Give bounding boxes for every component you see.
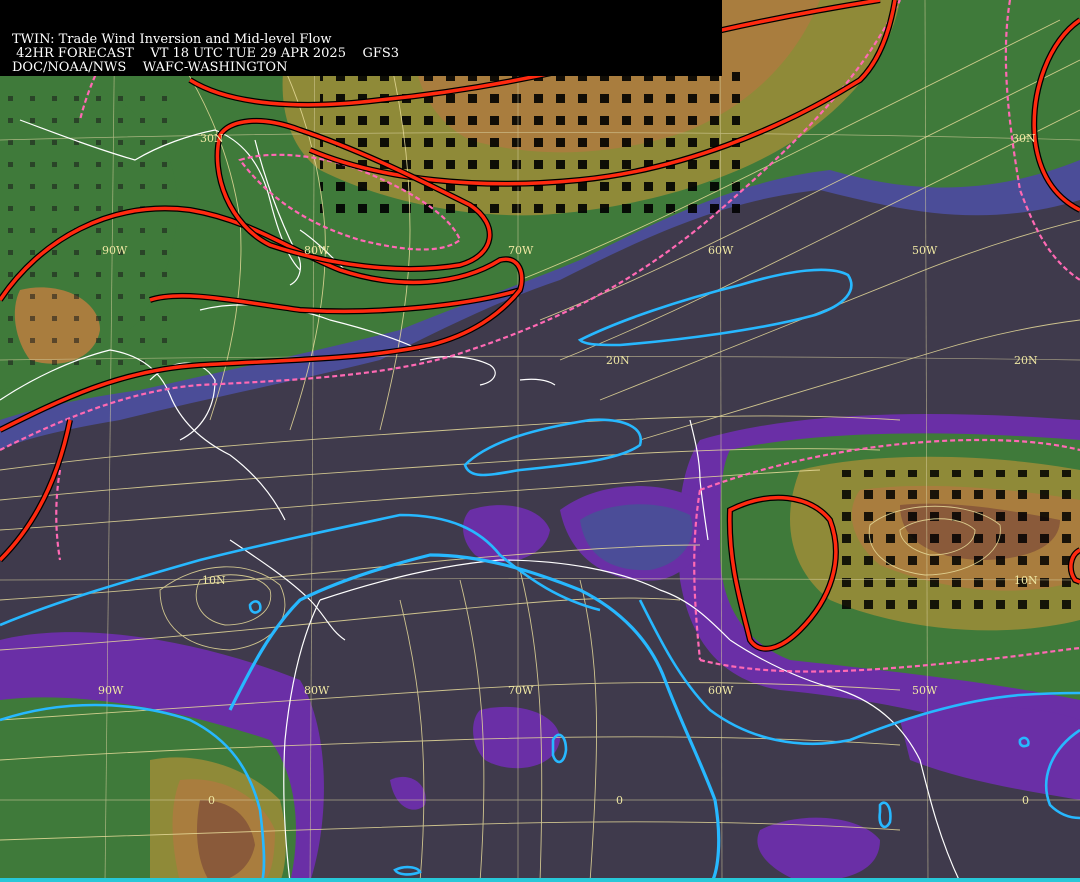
lat-label-20n-right: 20N	[1014, 354, 1038, 367]
lat-label-0-left: 0	[208, 794, 215, 807]
lat-label-30n-right: 30N	[1012, 132, 1036, 145]
lon-label-50w-bottom: 50W	[912, 684, 938, 697]
lat-label-10n-right: 10N	[1014, 574, 1038, 587]
lat-label-0-mid: 0	[616, 794, 623, 807]
lon-label-70w-bottom: 70W	[508, 684, 534, 697]
lon-label-70w-top: 70W	[508, 244, 534, 257]
lon-label-50w-top: 50W	[912, 244, 938, 257]
lat-label-10n-left: 10N	[202, 574, 226, 587]
chart-header: TWIN: Trade Wind Inversion and Mid-level…	[0, 0, 722, 76]
lat-label-0-right: 0	[1022, 794, 1029, 807]
lon-label-60w-top: 60W	[708, 244, 734, 257]
lon-label-80w-bottom: 80W	[304, 684, 330, 697]
lon-label-60w-bottom: 60W	[708, 684, 734, 697]
lon-label-90w-top: 90W	[102, 244, 128, 257]
lat-label-30n-left: 30N	[200, 132, 224, 145]
lon-label-90w-bottom: 90W	[98, 684, 124, 697]
header-title: TWIN: Trade Wind Inversion and Mid-level…	[12, 32, 332, 47]
bottom-edge-bar	[0, 878, 1080, 882]
lat-label-20n-mid: 20N	[606, 354, 630, 367]
header-forecast-time: 42HR FORECAST VT 18 UTC TUE 29 APR 2025 …	[12, 46, 400, 61]
weather-map: 90W 80W 70W 60W 50W 30N 30N 20N 20N 10N …	[0, 0, 1080, 882]
lon-label-80w-top: 80W	[304, 244, 330, 257]
header-agency: DOC/NOAA/NWS WAFC-WASHINGTON	[12, 60, 288, 75]
grid-labels: 90W 80W 70W 60W 50W 30N 30N 20N 20N 10N …	[98, 132, 1038, 807]
